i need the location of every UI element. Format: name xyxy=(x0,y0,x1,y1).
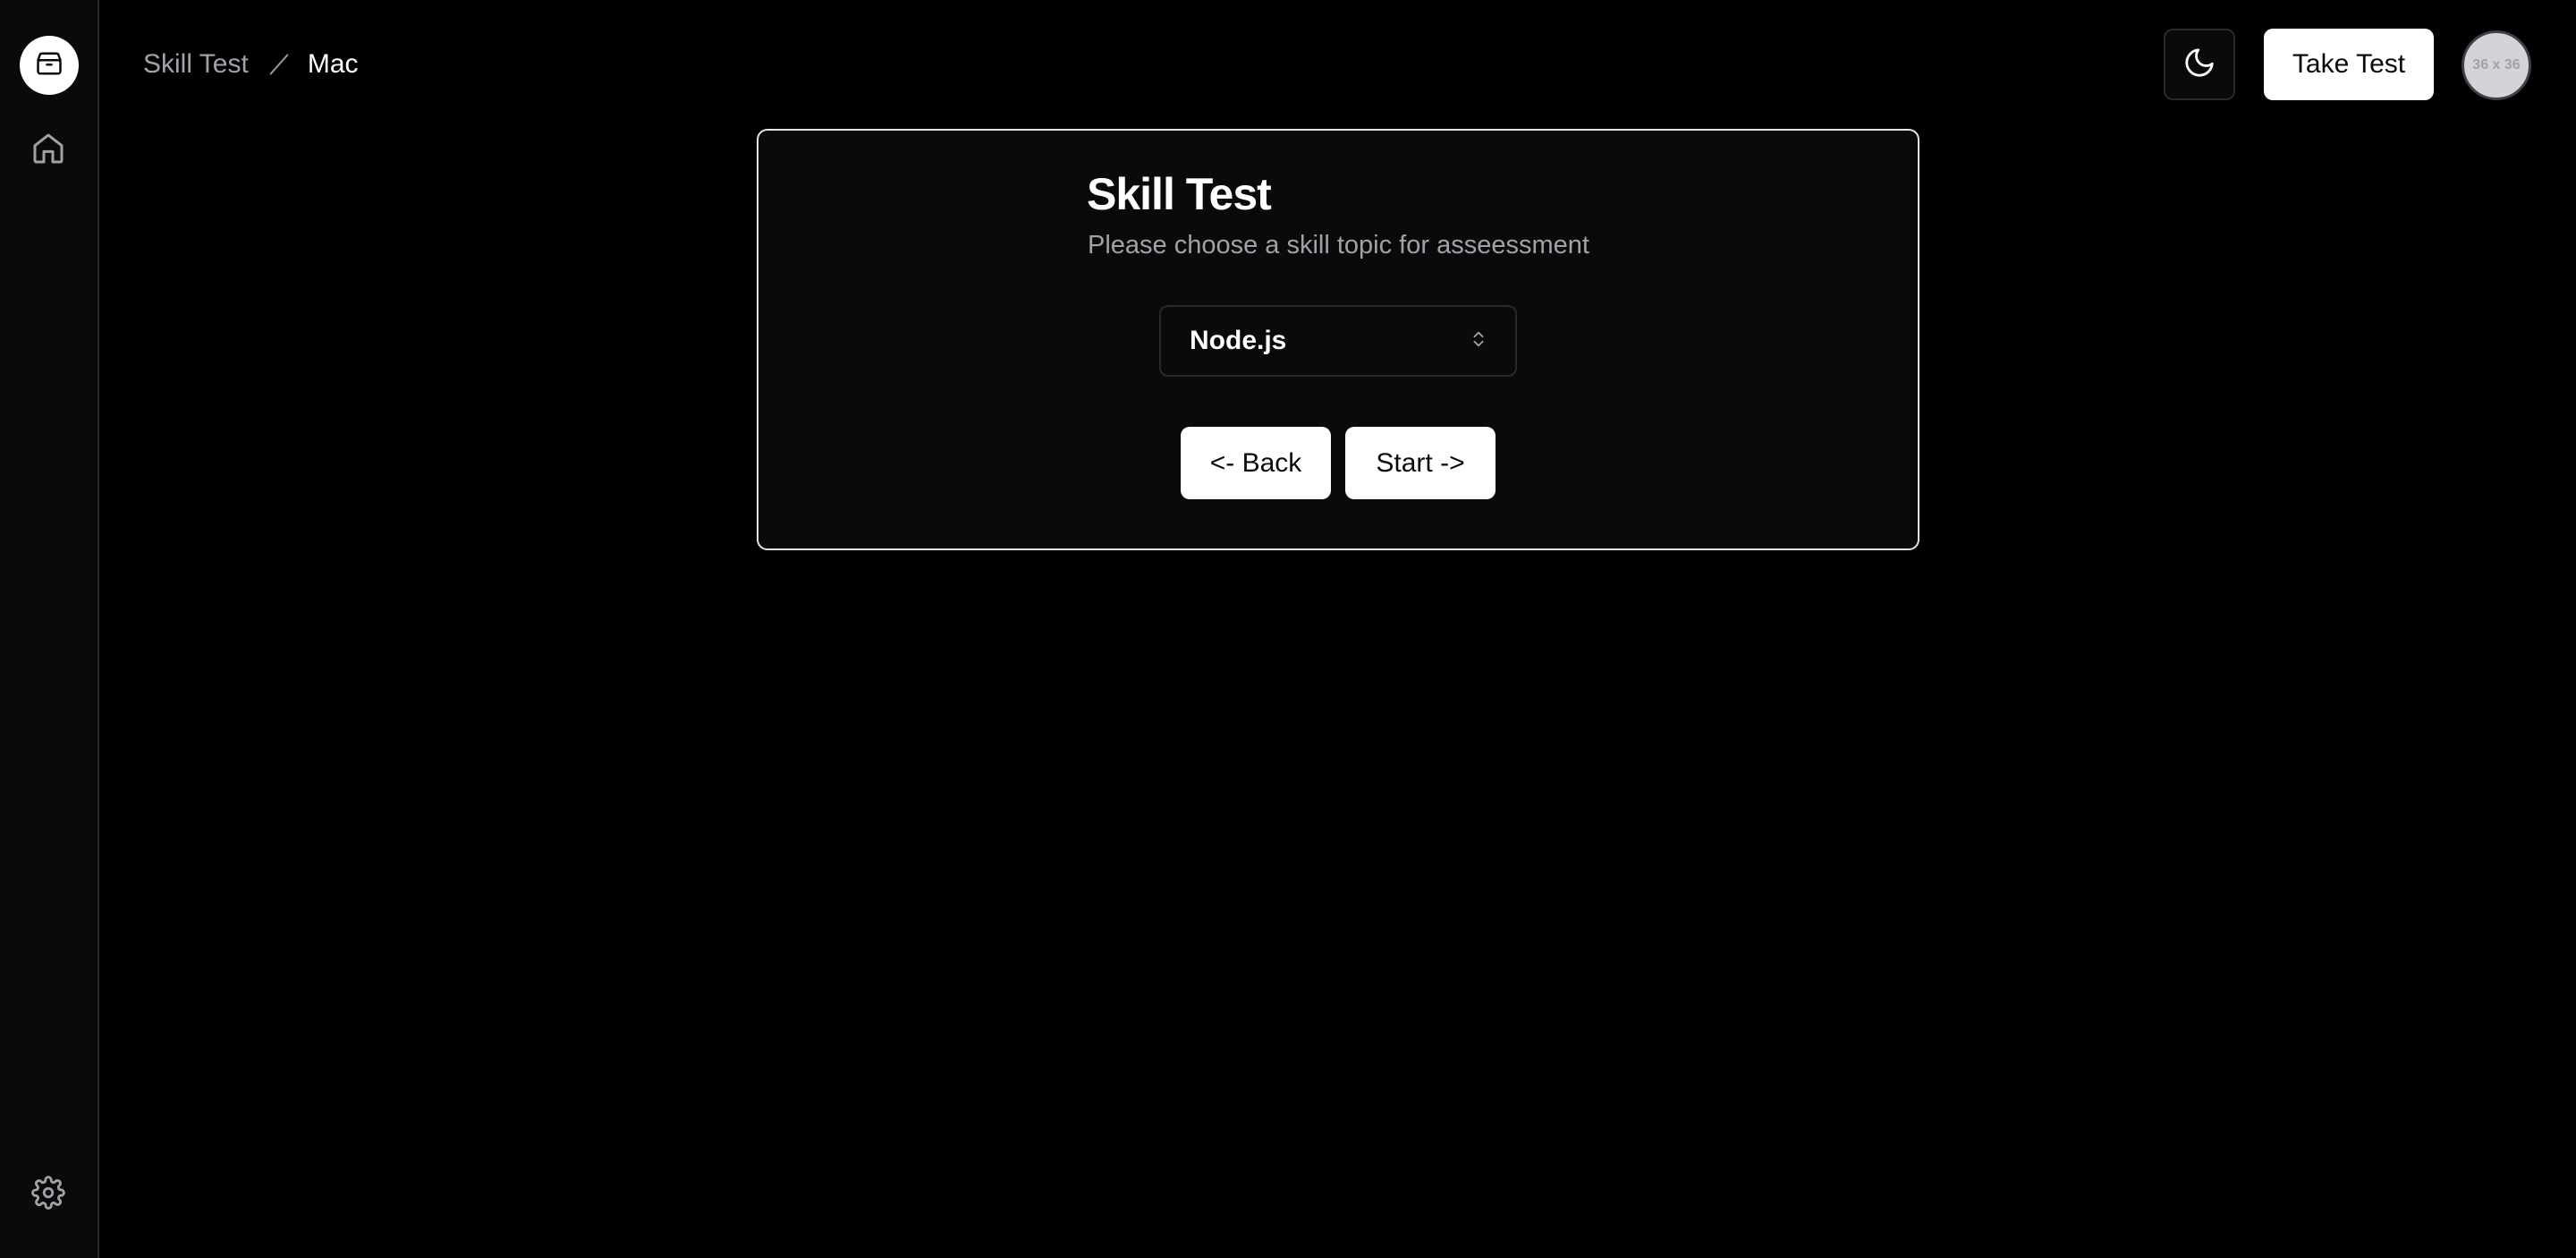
breadcrumb-link-skill-test[interactable]: Skill Test xyxy=(143,49,249,80)
logo-button[interactable] xyxy=(20,36,79,95)
avatar-placeholder-text: 36 x 36 xyxy=(2472,57,2521,72)
gear-icon xyxy=(31,1175,65,1214)
avatar[interactable]: 36 x 36 xyxy=(2462,30,2531,100)
page-title: Skill Test xyxy=(1087,169,1272,219)
take-test-button[interactable]: Take Test xyxy=(2264,29,2434,100)
skill-topic-select[interactable]: Node.js xyxy=(1159,305,1517,377)
back-button[interactable]: <- Back xyxy=(1181,427,1331,499)
breadcrumb: Skill Test Mac xyxy=(143,45,359,84)
start-button[interactable]: Start -> xyxy=(1345,427,1496,499)
slash-icon xyxy=(267,52,292,77)
sidebar xyxy=(0,0,99,1258)
home-icon xyxy=(30,131,66,171)
sidebar-item-settings[interactable] xyxy=(27,1173,70,1216)
breadcrumb-current: Mac xyxy=(307,49,359,79)
skill-topic-select-value: Node.js xyxy=(1190,326,1287,355)
page-subtitle: Please choose a skill topic for asseessm… xyxy=(1088,231,1589,259)
package-icon xyxy=(36,50,63,81)
moon-icon xyxy=(2182,46,2216,84)
theme-toggle-button[interactable] xyxy=(2164,29,2235,100)
chevron-up-down-icon xyxy=(1469,329,1488,353)
sidebar-item-home[interactable] xyxy=(27,129,70,172)
